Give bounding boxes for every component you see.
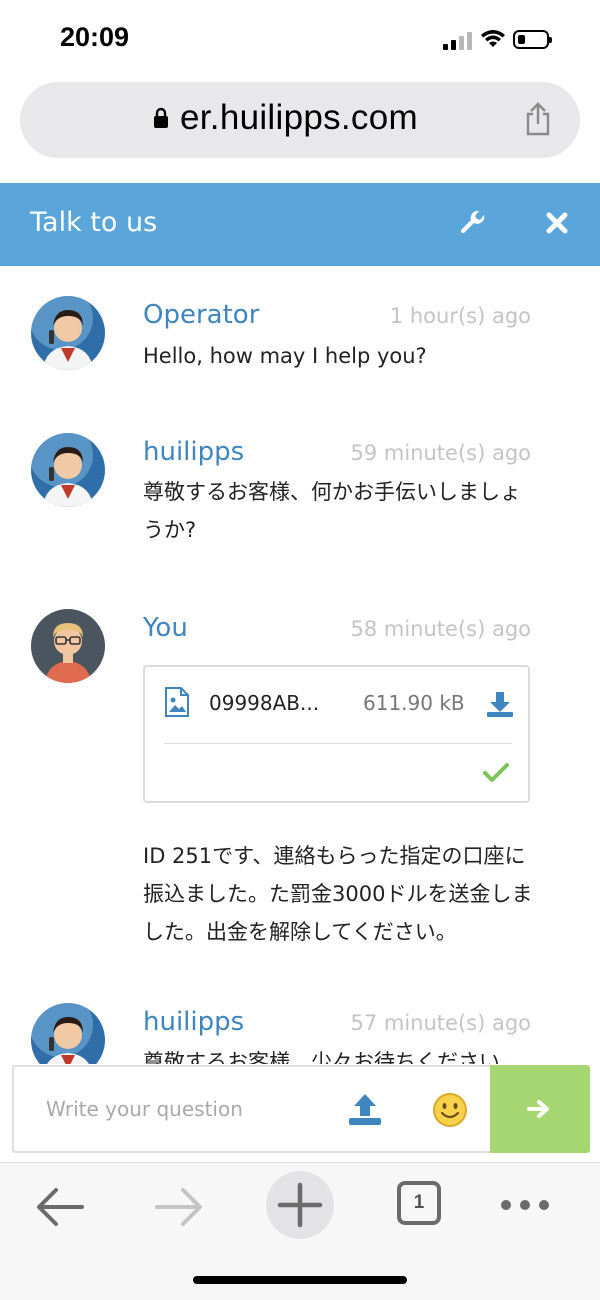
divider bbox=[164, 743, 512, 744]
wifi-icon bbox=[481, 30, 505, 47]
new-tab-button[interactable] bbox=[266, 1171, 334, 1239]
message-timestamp: 1 hour(s) ago bbox=[389, 304, 531, 328]
sender-name: huilipps bbox=[143, 437, 245, 467]
status-time: 20:09 bbox=[60, 22, 130, 52]
file-attachment[interactable]: 09998AB... 611.90 kB bbox=[143, 665, 530, 803]
wrench-icon[interactable] bbox=[459, 209, 487, 237]
image-file-icon bbox=[165, 687, 189, 717]
chat-title: Talk to us bbox=[30, 207, 158, 238]
sender-name: Operator bbox=[143, 300, 260, 330]
back-arrow-icon[interactable] bbox=[36, 1187, 84, 1227]
signal-icon bbox=[443, 32, 475, 50]
message-timestamp: 57 minute(s) ago bbox=[350, 1011, 531, 1035]
message-composer: Write your question bbox=[12, 1065, 590, 1153]
message-text: ID 251です、連絡もらった指定の口座に振込ました。た罰金3000ドルを送金し… bbox=[143, 844, 533, 944]
share-icon[interactable] bbox=[523, 102, 553, 136]
message-text: 尊敬するお客様、少々お待ちください。 bbox=[143, 1050, 521, 1064]
emoji-icon[interactable] bbox=[432, 1092, 468, 1128]
check-icon bbox=[483, 763, 509, 782]
operator-avatar bbox=[31, 433, 105, 507]
download-icon[interactable] bbox=[486, 690, 514, 718]
question-input[interactable]: Write your question bbox=[12, 1065, 490, 1153]
close-icon[interactable] bbox=[546, 212, 568, 234]
send-button[interactable] bbox=[490, 1065, 590, 1153]
sender-name: You bbox=[143, 613, 188, 643]
file-size: 611.90 kB bbox=[363, 691, 465, 715]
status-bar: 20:09 bbox=[0, 0, 600, 78]
battery-icon bbox=[513, 30, 552, 49]
input-placeholder: Write your question bbox=[46, 1097, 243, 1121]
upload-icon[interactable] bbox=[348, 1092, 382, 1126]
message-text: Hello, how may I help you? bbox=[143, 344, 427, 368]
message-text: 尊敬するお客様、何かお手伝いしましょうか? bbox=[143, 480, 521, 542]
file-name: 09998AB... bbox=[209, 691, 320, 715]
more-icon[interactable] bbox=[500, 1199, 550, 1211]
message-timestamp: 58 minute(s) ago bbox=[350, 617, 531, 641]
operator-avatar bbox=[31, 296, 105, 370]
user-avatar bbox=[31, 609, 105, 683]
sender-name: huilipps bbox=[143, 1007, 245, 1037]
url-bar[interactable]: er.huilipps.com bbox=[20, 82, 580, 158]
operator-avatar bbox=[31, 1003, 105, 1064]
tab-switcher-button[interactable]: 1 bbox=[397, 1181, 441, 1225]
message-timestamp: 59 minute(s) ago bbox=[350, 441, 531, 465]
arrow-right-icon bbox=[527, 1100, 549, 1118]
chat-messages[interactable]: Operator 1 hour(s) ago Hello, how may I … bbox=[0, 266, 600, 1064]
forward-arrow-icon[interactable] bbox=[155, 1187, 203, 1227]
chat-header: Talk to us bbox=[0, 183, 600, 266]
lock-icon bbox=[154, 107, 168, 128]
plus-icon bbox=[277, 1182, 323, 1228]
url-text: er.huilipps.com bbox=[180, 98, 418, 137]
home-indicator[interactable] bbox=[193, 1276, 407, 1284]
